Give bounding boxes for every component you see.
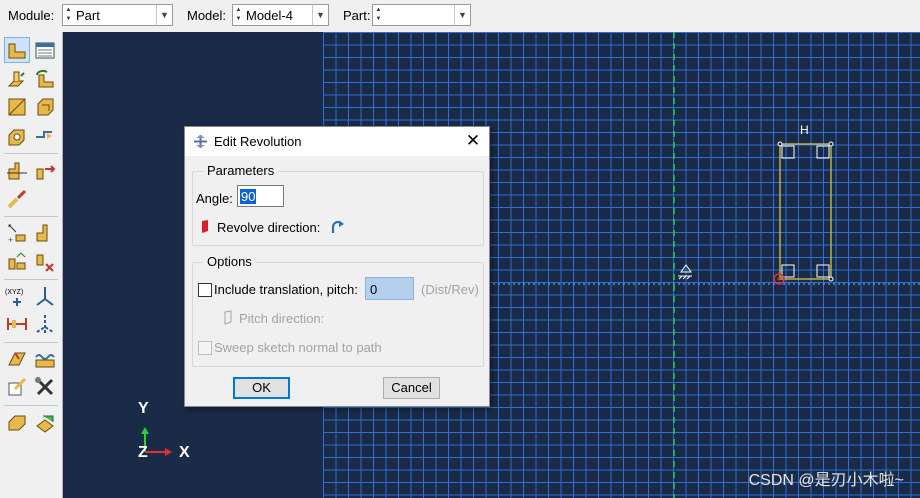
constraint-marker	[781, 145, 795, 159]
sketch-profile-rect	[779, 143, 832, 280]
constraint-marker	[816, 264, 830, 278]
angle-value: 90	[240, 189, 257, 204]
create-shell-icon[interactable]	[5, 95, 29, 119]
chevron-down-icon[interactable]: ▼	[156, 5, 172, 25]
part-combo[interactable]: ▲ ▼ ▼	[372, 4, 471, 26]
module-combo[interactable]: ▲ ▼ Part ▼	[62, 4, 173, 26]
revolve-feature-icon	[194, 135, 207, 148]
part-manager-icon[interactable]	[33, 38, 57, 62]
svg-text:(XYZ): (XYZ)	[5, 289, 23, 296]
wire-icon[interactable]	[5, 347, 29, 371]
model-label: Model:	[187, 8, 227, 23]
create-partition-icon[interactable]	[5, 159, 29, 183]
watermark: CSDN @是刃小木啦~	[748, 472, 904, 489]
create-solid-extrude-icon[interactable]	[5, 67, 29, 91]
triad-label-x: X	[179, 444, 190, 461]
include-translation-checkbox[interactable]	[198, 283, 212, 297]
dialog-title-bar[interactable]: Edit Revolution ✕	[185, 127, 489, 156]
include-translation-label: Include translation, pitch:	[214, 282, 358, 297]
module-label: Module:	[8, 8, 55, 23]
pitch-value: 0	[370, 282, 378, 297]
create-axis-icon[interactable]: (XYZ)	[5, 284, 29, 308]
angle-label: Angle:	[196, 191, 233, 206]
pitch-units-label: (Dist/Rev)	[421, 282, 479, 297]
repair-icon[interactable]: +	[5, 221, 29, 245]
triad-label-z: Z	[138, 444, 148, 461]
chevron-down-icon[interactable]: ▼	[454, 5, 470, 25]
spin-arrows-icon[interactable]: ▲ ▼	[234, 6, 243, 24]
merge-icon[interactable]	[33, 375, 57, 399]
toolbox: + (XYZ)	[0, 32, 63, 498]
create-solid-sweep-icon[interactable]	[33, 95, 57, 119]
cancel-button[interactable]: Cancel	[383, 377, 440, 399]
mesh-part-icon[interactable]	[33, 410, 57, 434]
query-icon[interactable]	[33, 221, 57, 245]
parameters-group-title: Parameters	[203, 163, 279, 178]
chevron-down-icon[interactable]: ▼	[312, 5, 328, 25]
part-label: Part:	[343, 8, 371, 23]
dialog-title: Edit Revolution	[214, 134, 302, 149]
vertex-point	[828, 141, 834, 147]
revolve-direction-label: Revolve direction:	[217, 220, 321, 235]
pitch-direction-label: Pitch direction:	[239, 311, 325, 326]
create-datum-icon[interactable]	[33, 159, 57, 183]
model-value: Model-4	[246, 8, 293, 23]
set-icon[interactable]	[5, 249, 29, 273]
create-cut-icon[interactable]	[5, 123, 29, 147]
fixed-constraint-icon	[678, 264, 692, 277]
constraint-marker	[781, 264, 795, 278]
create-solid-revolve-icon[interactable]	[33, 67, 57, 91]
csys-icon[interactable]	[5, 312, 29, 336]
ok-button[interactable]: OK	[233, 377, 290, 399]
context-bar: Module: ▲ ▼ Part ▼ Model: ▲ ▼ Model-4 ▼ Pa…	[0, 0, 920, 32]
sketch-icon[interactable]	[33, 312, 57, 336]
vertex-point	[777, 141, 783, 147]
options-group-title: Options	[203, 254, 256, 269]
spin-arrows-icon[interactable]: ▲ ▼	[374, 6, 383, 24]
create-round-icon[interactable]	[33, 123, 57, 147]
create-part-icon[interactable]	[4, 37, 30, 63]
module-value: Part	[76, 8, 100, 23]
triad-label-y: Y	[138, 400, 149, 417]
close-icon[interactable]: ✕	[463, 131, 483, 151]
direction-flag-icon	[202, 220, 208, 233]
spin-arrows-icon[interactable]: ▲ ▼	[64, 6, 73, 24]
vertex-point	[828, 276, 834, 282]
surface-icon[interactable]	[5, 410, 29, 434]
flip-direction-icon[interactable]	[330, 219, 346, 235]
constraint-marker	[816, 145, 830, 159]
virtual-topology-icon[interactable]	[5, 187, 29, 211]
create-point-icon[interactable]	[33, 249, 57, 273]
sweep-normal-label: Sweep sketch normal to path	[214, 340, 382, 355]
angle-input[interactable]: 90	[237, 185, 284, 207]
model-combo[interactable]: ▲ ▼ Model-4 ▼	[232, 4, 329, 26]
pitch-direction-flag-icon	[224, 310, 232, 325]
attach-icon[interactable]	[33, 347, 57, 371]
sweep-normal-checkbox[interactable]	[198, 341, 212, 355]
create-plane-icon[interactable]	[33, 284, 57, 308]
tools-icon[interactable]	[5, 375, 29, 399]
sketch-label-h: H	[800, 123, 809, 137]
pitch-input[interactable]: 0	[365, 277, 414, 300]
edit-revolution-dialog: Edit Revolution ✕ Parameters Angle: 90 R…	[184, 126, 490, 407]
svg-text:+: +	[8, 235, 13, 245]
